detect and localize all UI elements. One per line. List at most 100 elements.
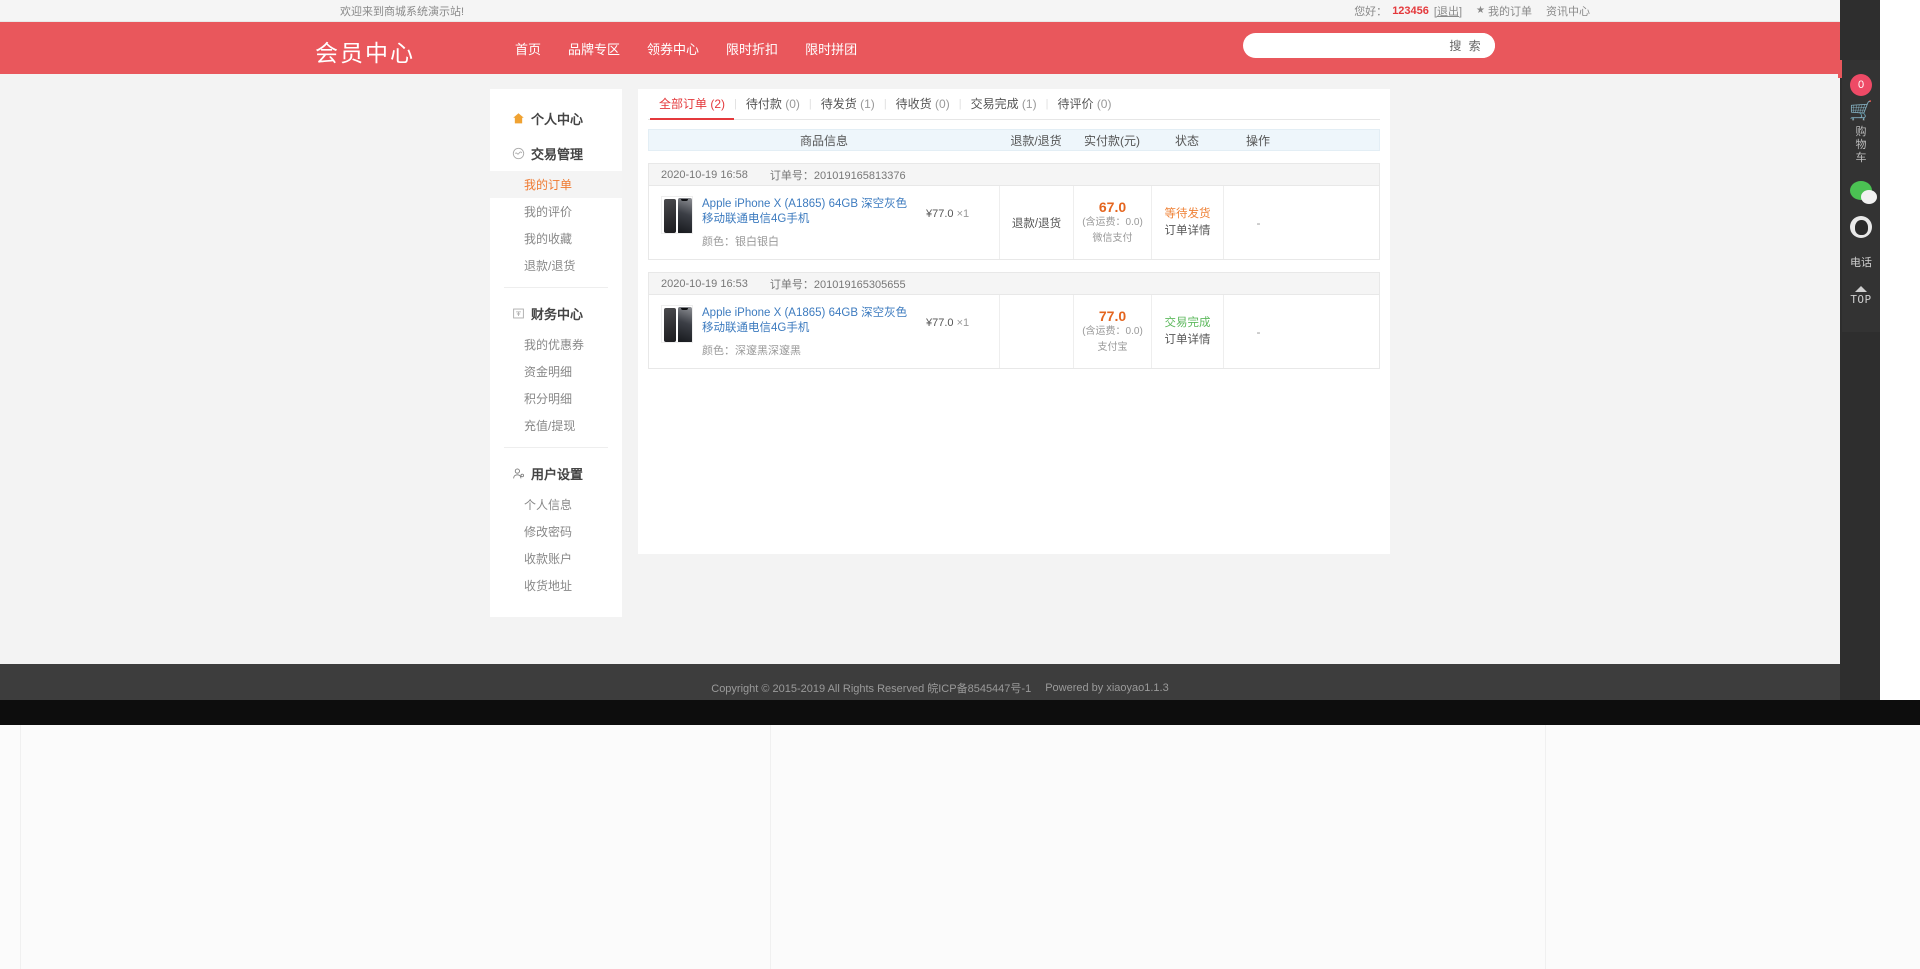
- product-price: ¥77.0: [926, 317, 954, 329]
- site-logo[interactable]: 会员中心: [315, 34, 415, 68]
- sidebar-divider-1: [504, 287, 608, 288]
- sidebar-item-change-password[interactable]: 修改密码: [490, 518, 622, 545]
- product-thumbnail[interactable]: [661, 196, 693, 234]
- refund-return-link[interactable]: 退款/退货: [1012, 215, 1061, 231]
- order-goods-cell: Apple iPhone X (A1865) 64GB 深空灰色 移动联通电信4…: [649, 295, 999, 368]
- wallet-icon: [512, 307, 525, 320]
- sidebar-group-label-1: 交易管理: [531, 144, 583, 163]
- orders-panel: 全部订单 (2) | 待付款 (0) | 待发货 (1) | 待: [638, 89, 1390, 554]
- payment-amount: 77.0: [1099, 308, 1126, 324]
- sidebar-item-points-details[interactable]: 积分明细: [490, 385, 622, 412]
- product-price-qty: ¥77.0 ×1: [926, 196, 994, 249]
- sidebar-item-my-coupons[interactable]: 我的优惠券: [490, 331, 622, 358]
- sidebar-divider-2: [504, 447, 608, 448]
- qq-button[interactable]: [1850, 216, 1872, 238]
- wechat-button[interactable]: [1850, 181, 1872, 200]
- product-attributes: 颜色：银白银白: [702, 233, 917, 249]
- order-detail-link[interactable]: 订单详情: [1165, 332, 1211, 349]
- order-datetime: 2020-10-19 16:58: [661, 169, 748, 181]
- sidebar-item-shipping-address[interactable]: 收货地址: [490, 572, 622, 599]
- sidebar-group-personal[interactable]: 个人中心: [490, 101, 622, 136]
- header-status: 状态: [1151, 132, 1223, 149]
- my-orders-link[interactable]: 我的订单: [1488, 3, 1532, 19]
- search-button[interactable]: 搜 索: [1437, 33, 1495, 58]
- main-nav: 首页 品牌专区 领券中心 限时折扣 限时拼团: [515, 39, 857, 58]
- desktop-black-band: [0, 700, 1920, 725]
- nav-item-1[interactable]: 品牌专区: [568, 39, 620, 58]
- cart-button[interactable]: 🛒 购物车: [1849, 102, 1873, 165]
- tab-label-0: 全部订单: [659, 97, 707, 111]
- cart-badge: 0: [1850, 74, 1872, 96]
- header-payment: 实付款(元): [1073, 132, 1151, 149]
- tab-count-0: (2): [710, 97, 725, 111]
- order-number-group: 订单号：201019165305655: [770, 276, 906, 292]
- nav-item-2[interactable]: 领券中心: [647, 39, 699, 58]
- tab-completed[interactable]: 交易完成 (1): [962, 89, 1046, 120]
- sidebar-item-payment-account[interactable]: 收款账户: [490, 545, 622, 572]
- sidebar-group-finance[interactable]: 财务中心: [490, 296, 622, 331]
- wechat-icon: [1850, 181, 1872, 200]
- news-center-link[interactable]: 资讯中心: [1546, 3, 1590, 19]
- product-title-link[interactable]: Apple iPhone X (A1865) 64GB 深空灰色 移动联通电信4…: [702, 306, 917, 336]
- sidebar-item-my-orders[interactable]: 我的订单: [490, 171, 622, 198]
- tab-label-5: 待评价: [1057, 97, 1093, 111]
- status-badge: 等待发货: [1165, 206, 1211, 223]
- nav-item-4[interactable]: 限时拼团: [805, 39, 857, 58]
- sidebar-item-refunds[interactable]: 退款/退货: [490, 252, 622, 279]
- search-input[interactable]: [1243, 33, 1437, 58]
- tab-all-orders[interactable]: 全部订单 (2): [650, 89, 734, 120]
- order-payment-cell: 77.0 (含运费：0.0) 支付宝: [1073, 295, 1151, 368]
- top-utility-bar: 欢迎来到商城系统演示站! 您好： 123456 [退出] ★ 我的订单 资讯中心: [0, 0, 1880, 22]
- sidebar-item-my-reviews[interactable]: 我的评价: [490, 198, 622, 225]
- tab-unpaid[interactable]: 待付款 (0): [737, 89, 809, 120]
- tab-pending-review[interactable]: 待评价 (0): [1048, 89, 1120, 120]
- sidebar-sublist-usersettings: 个人信息 修改密码 收款账户 收货地址: [490, 491, 622, 599]
- tab-label-4: 交易完成: [971, 97, 1019, 111]
- order-datetime: 2020-10-19 16:53: [661, 278, 748, 290]
- sidebar-item-fund-details[interactable]: 资金明细: [490, 358, 622, 385]
- site-header: 会员中心 首页 品牌专区 领券中心 限时折扣 限时拼团 搜 索: [0, 22, 1880, 74]
- user-icon: [512, 467, 525, 480]
- product-thumbnail[interactable]: [661, 305, 693, 343]
- tab-count-3: (0): [935, 97, 950, 111]
- order-number-label: 订单号：: [770, 170, 814, 182]
- sidebar-group-usersettings[interactable]: 用户设置: [490, 456, 622, 491]
- greeting-prefix: 您好：: [1354, 3, 1387, 19]
- sidebar-group-label-0: 个人中心: [531, 109, 583, 128]
- order-goods-cell: Apple iPhone X (A1865) 64GB 深空灰色 移动联通电信4…: [649, 186, 999, 259]
- product-price: ¥77.0: [926, 208, 954, 220]
- chevron-up-icon: [1855, 286, 1867, 292]
- payment-amount: 67.0: [1099, 199, 1126, 215]
- order-detail-link[interactable]: 订单详情: [1165, 223, 1211, 240]
- order-refund-cell: 退款/退货: [999, 186, 1073, 259]
- product-title-link[interactable]: Apple iPhone X (A1865) 64GB 深空灰色 移动联通电信4…: [702, 197, 917, 227]
- order-number-value: 201019165813376: [814, 170, 906, 182]
- header-refund: 退款/退货: [999, 132, 1073, 149]
- logout-link[interactable]: [退出]: [1434, 3, 1462, 19]
- tab-pending-receipt[interactable]: 待收货 (0): [887, 89, 959, 120]
- sidebar-group-label-3: 用户设置: [531, 464, 583, 483]
- sidebar-item-recharge-withdraw[interactable]: 充值/提现: [490, 412, 622, 439]
- sidebar-item-my-favorites[interactable]: 我的收藏: [490, 225, 622, 252]
- phone-label: 电话: [1850, 254, 1872, 270]
- tab-pending-shipment[interactable]: 待发货 (1): [812, 89, 884, 120]
- status-badge: 交易完成: [1165, 315, 1211, 332]
- sidebar-group-trade[interactable]: 交易管理: [490, 136, 622, 171]
- back-to-top-button[interactable]: TOP: [1850, 286, 1871, 306]
- order-payment-cell: 67.0 (含运费：0.0) 微信支付: [1073, 186, 1151, 259]
- nav-item-0[interactable]: 首页: [515, 39, 541, 58]
- sidebar-item-profile[interactable]: 个人信息: [490, 491, 622, 518]
- tab-label-1: 待付款: [746, 97, 782, 111]
- cart-label: 购物车: [1855, 126, 1867, 165]
- top-label: TOP: [1850, 293, 1871, 306]
- phone-button[interactable]: 电话: [1850, 254, 1872, 270]
- sidebar-sublist-trade: 我的订单 我的评价 我的收藏 退款/退货: [490, 171, 622, 279]
- orders-table-header: 商品信息 退款/退货 实付款(元) 状态 操作: [648, 129, 1380, 151]
- search-box: 搜 索: [1243, 33, 1495, 58]
- order-refund-cell: [999, 295, 1073, 368]
- order-tabs: 全部订单 (2) | 待付款 (0) | 待发货 (1) | 待: [648, 89, 1380, 120]
- product-price-qty: ¥77.0 ×1: [926, 305, 994, 358]
- sidebar-sublist-finance: 我的优惠券 资金明细 积分明细 充值/提现: [490, 331, 622, 439]
- footer-copyright: Copyright © 2015-2019 All Rights Reserve…: [711, 680, 1031, 696]
- nav-item-3[interactable]: 限时折扣: [726, 39, 778, 58]
